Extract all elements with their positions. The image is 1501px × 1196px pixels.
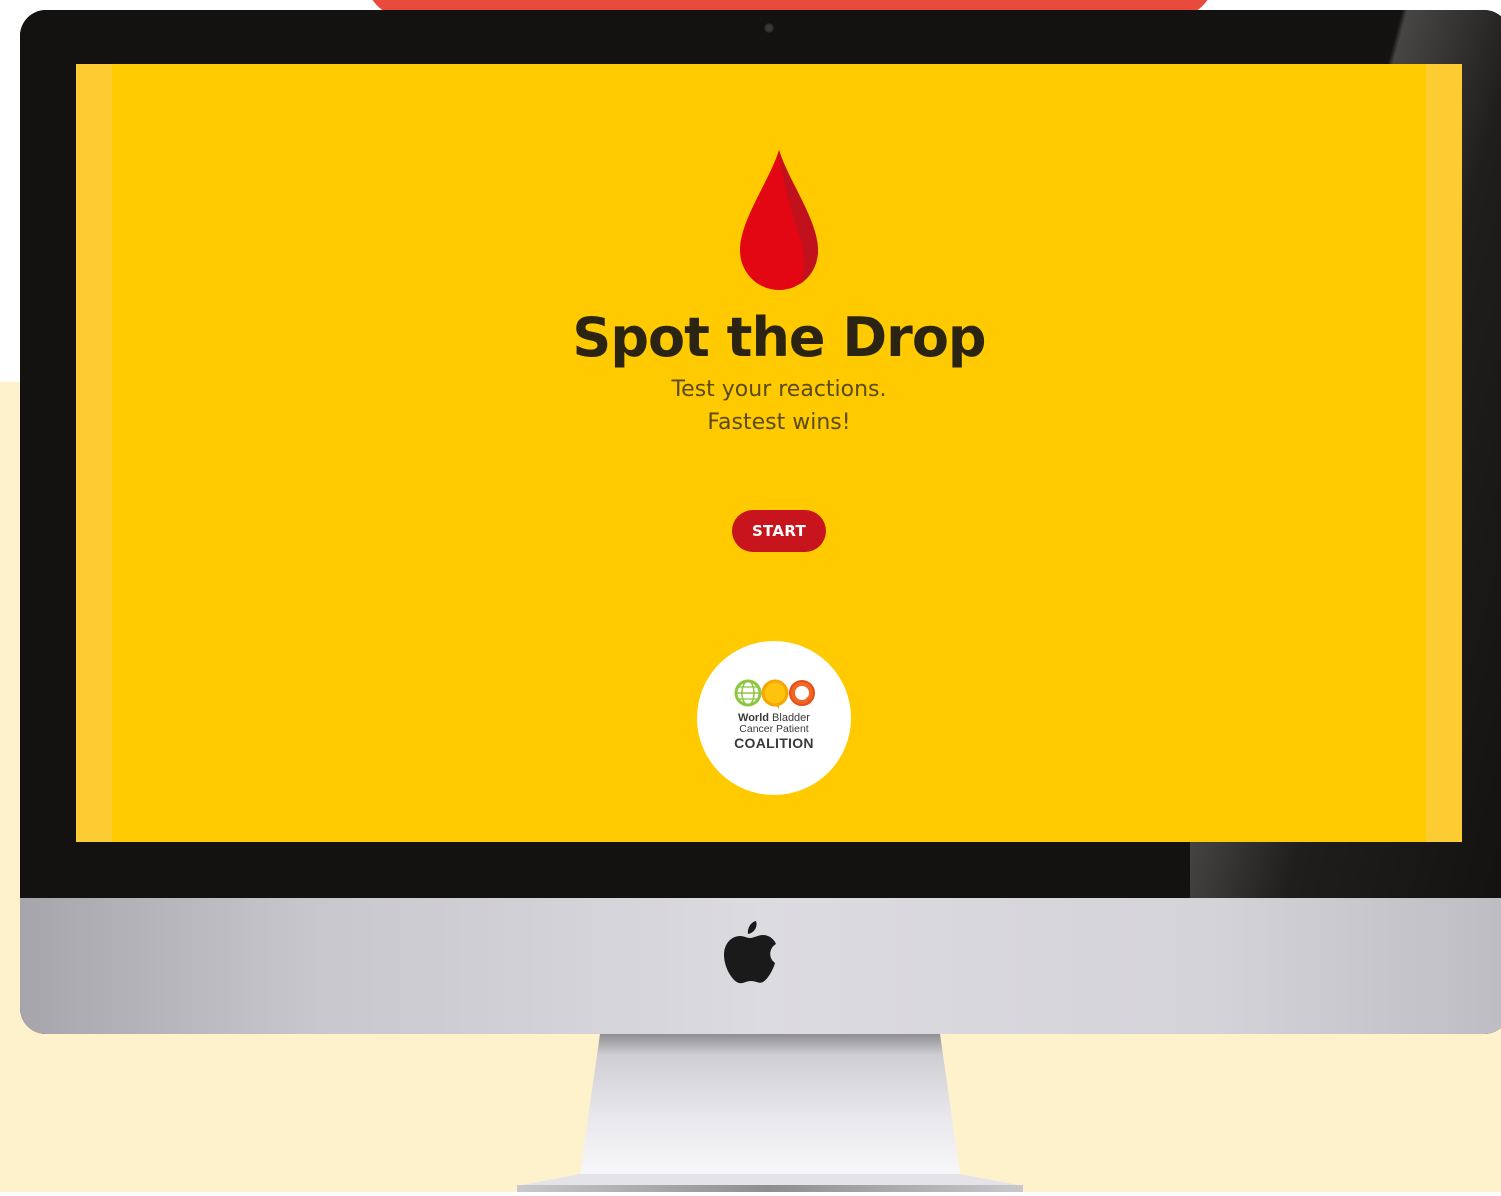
camera-icon xyxy=(764,23,774,33)
logo-line-3: COALITION xyxy=(734,735,814,751)
coalition-logo-icon xyxy=(734,679,816,709)
subtitle-line-2: Fastest wins! xyxy=(707,410,851,435)
sponsor-logo: World Bladder Cancer Patient COALITION xyxy=(697,641,851,795)
blood-drop-icon xyxy=(740,150,818,290)
imac-monitor: Spot the Drop Test your reactions. Faste… xyxy=(20,10,1501,1034)
screen-side-strip-right xyxy=(1426,64,1462,842)
sponsor-logo-text: World Bladder Cancer Patient COALITION xyxy=(697,712,851,751)
apple-logo-icon xyxy=(720,917,780,987)
game-screen: Spot the Drop Test your reactions. Faste… xyxy=(76,64,1462,842)
subtitle-line-1: Test your reactions. xyxy=(671,377,887,402)
screen-side-strip-left xyxy=(76,64,112,842)
game-title: Spot the Drop xyxy=(572,306,986,369)
monitor-stand xyxy=(515,1034,1025,1192)
start-button[interactable]: START xyxy=(732,510,826,552)
logo-line-2: Cancer Patient xyxy=(739,723,809,735)
game-subtitle: Test your reactions. Fastest wins! xyxy=(76,373,1462,439)
